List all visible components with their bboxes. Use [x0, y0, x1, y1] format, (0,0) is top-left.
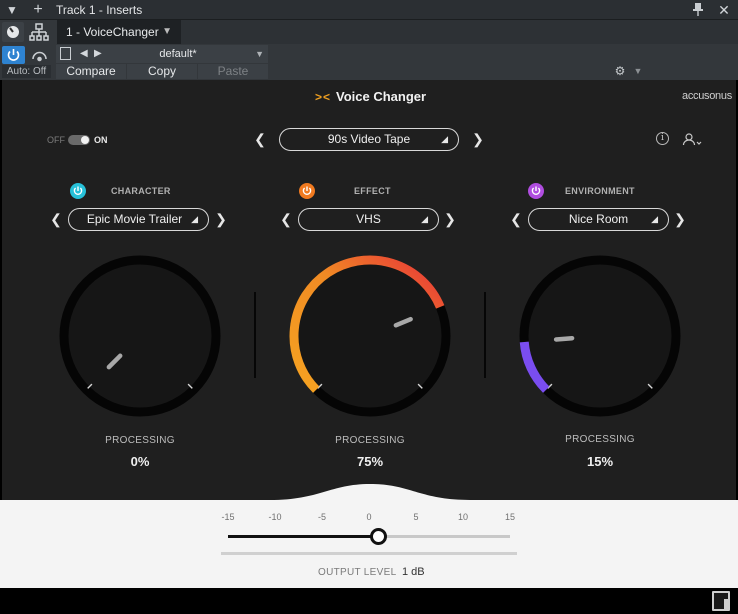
environment-power-icon[interactable]	[528, 183, 544, 199]
off-label: OFF	[47, 135, 65, 145]
host-preset-name[interactable]: default*	[106, 45, 250, 63]
resize-handle-icon[interactable]	[712, 591, 730, 611]
pin-icon[interactable]	[690, 2, 706, 18]
environment-processing-label: PROCESSING	[565, 434, 635, 445]
effect-label: EFFECT	[354, 186, 391, 196]
copy-button[interactable]: Copy	[127, 64, 197, 79]
add-insert-icon[interactable]: +	[30, 2, 46, 18]
scale-tick-label: -10	[268, 512, 282, 522]
prev-environment-icon[interactable]: ❮	[509, 211, 523, 228]
character-preset-dropdown[interactable]: Epic Movie Trailer ◢	[68, 208, 209, 231]
effect-preset-name: VHS	[356, 212, 381, 226]
environment-processing-value: 15%	[586, 454, 614, 469]
effect-power-icon[interactable]	[299, 183, 315, 199]
next-effect-icon[interactable]: ❯	[443, 211, 457, 228]
company-logo: accusonus	[682, 90, 732, 102]
scale-tick-label: 0	[366, 512, 372, 522]
bypass-toggle[interactable]	[68, 135, 90, 145]
environment-preset-name: Nice Room	[568, 212, 629, 226]
gear-icon[interactable]: ⚙	[612, 64, 628, 79]
output-slider-fill	[228, 535, 379, 538]
output-slider-thumb[interactable]	[369, 528, 387, 545]
dropdown-triangle-icon: ◢	[421, 214, 428, 224]
dropdown-triangle-icon: ◢	[651, 214, 658, 224]
menu-caret-icon[interactable]: ▼	[4, 2, 20, 18]
prev-main-preset-icon[interactable]: ❮	[253, 131, 267, 148]
preset-bar: ◀ ▶ default* ▼	[56, 45, 268, 63]
chevron-down-icon[interactable]: ▼	[632, 64, 644, 79]
character-label: CHARACTER	[111, 186, 171, 196]
scale-tick-label: -15	[221, 512, 235, 522]
output-section: -15 -10 -5 0 5 10 15 OUTPUT LEVEL 1 dB	[0, 482, 738, 588]
close-icon[interactable]: ✕	[716, 2, 732, 18]
section-divider	[254, 292, 256, 378]
character-processing-label: PROCESSING	[105, 435, 175, 446]
plugin-power-button[interactable]	[2, 46, 25, 64]
section-divider	[484, 292, 486, 378]
output-meter-bar	[221, 552, 517, 555]
paste-button[interactable]: Paste	[198, 64, 268, 79]
dropdown-triangle-icon: ◢	[441, 134, 448, 144]
scale-tick-label: -5	[317, 512, 326, 522]
next-character-icon[interactable]: ❯	[214, 211, 228, 228]
main-preset-dropdown[interactable]: 90s Video Tape ◢	[279, 128, 459, 151]
compare-button[interactable]: Compare	[56, 64, 126, 79]
scale-tick-label: 15	[504, 512, 515, 522]
next-environment-icon[interactable]: ❯	[673, 211, 687, 228]
prev-character-icon[interactable]: ❮	[49, 211, 63, 228]
scale-tick-label: 10	[457, 512, 468, 522]
insert-name: 1 - VoiceChanger	[66, 25, 159, 39]
effect-knob[interactable]	[284, 250, 456, 422]
on-label: ON	[94, 135, 108, 145]
window-titlebar: ▼ + Track 1 - Inserts ✕	[0, 0, 738, 20]
chevron-down-icon[interactable]: ▼	[255, 45, 264, 63]
automation-icon[interactable]	[28, 46, 51, 64]
routing-icon[interactable]	[28, 22, 50, 42]
user-icon[interactable]	[682, 132, 702, 146]
scale-tick-label: 5	[413, 512, 419, 522]
prev-effect-icon[interactable]: ❮	[279, 211, 293, 228]
next-main-preset-icon[interactable]: ❯	[471, 131, 485, 148]
character-preset-name: Epic Movie Trailer	[86, 212, 183, 226]
effect-preset-dropdown[interactable]: VHS ◢	[298, 208, 439, 231]
main-preset-name: 90s Video Tape	[327, 132, 411, 146]
window-title: Track 1 - Inserts	[56, 3, 143, 17]
host-toolbar: 1 - VoiceChanger ▼ Auto: Off ◀ ▶ default…	[0, 20, 738, 80]
save-preset-icon[interactable]	[60, 47, 71, 60]
knob-ring	[519, 255, 681, 417]
knob-ring	[59, 255, 221, 417]
environment-label: ENVIRONMENT	[565, 186, 635, 196]
prev-preset-icon[interactable]: ◀	[80, 45, 88, 63]
voice-changer-logo-icon: ><	[315, 90, 332, 104]
knob-pointer	[553, 335, 575, 342]
output-level-value: 1 dB	[402, 566, 425, 578]
automation-mode[interactable]: Auto: Off	[2, 65, 51, 78]
character-power-icon[interactable]	[70, 183, 86, 199]
window-footer	[0, 588, 738, 614]
dropdown-triangle-icon: ◢	[191, 214, 198, 224]
environment-knob[interactable]	[514, 250, 686, 422]
effect-processing-value: 75%	[356, 454, 384, 469]
environment-preset-dropdown[interactable]: Nice Room ◢	[528, 208, 669, 231]
character-processing-value: 0%	[130, 454, 150, 469]
info-icon[interactable]: i	[656, 132, 669, 145]
toolbar-spacer	[181, 20, 738, 44]
chevron-down-icon: ▼	[162, 26, 172, 37]
effect-processing-label: PROCESSING	[335, 435, 405, 446]
output-level-label: OUTPUT LEVEL	[318, 567, 397, 578]
plugin-panel: >< Voice Changer accusonus OFF ON ❮ 90s …	[2, 80, 736, 500]
insert-selector[interactable]: 1 - VoiceChanger ▼	[57, 20, 181, 44]
character-knob[interactable]	[54, 250, 226, 422]
device-icon[interactable]	[2, 22, 24, 42]
next-preset-icon[interactable]: ▶	[94, 45, 102, 63]
plugin-title: Voice Changer	[336, 89, 427, 104]
